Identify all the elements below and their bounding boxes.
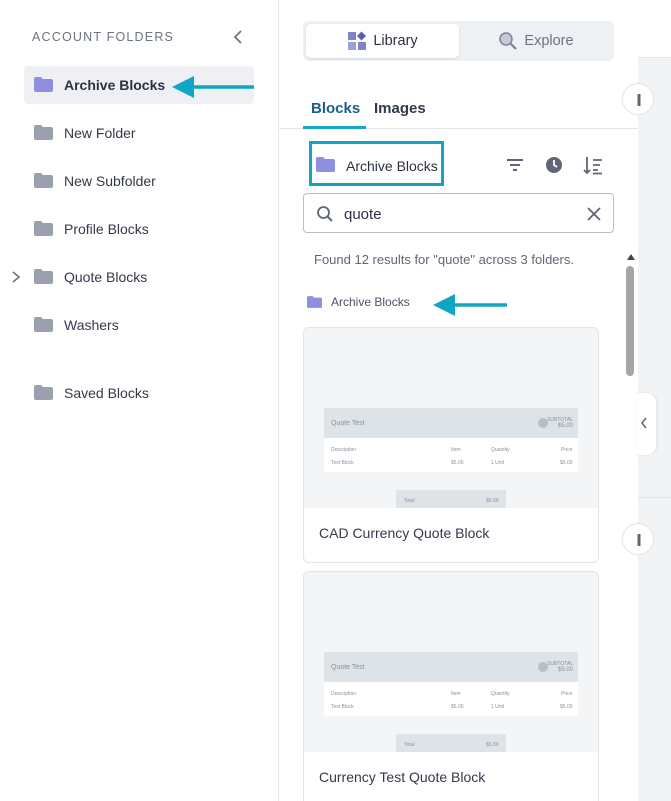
preview-total: $5.00 — [486, 498, 499, 504]
quote-preview: Quote Test SUBTOTAL $5.00 Description Ite… — [324, 408, 578, 508]
preview-cell: $5.00 — [560, 460, 573, 466]
sidebar-item-washers[interactable]: Washers — [24, 306, 254, 344]
preview-cell: $5.00 — [451, 460, 464, 466]
block-card[interactable]: Quote Test SUBTOTAL $5.00 Description Ite… — [303, 571, 599, 801]
panel-collapse-tab[interactable] — [636, 393, 656, 455]
result-group-header: Archive Blocks — [307, 295, 410, 309]
sidebar-collapse-icon[interactable] — [231, 28, 245, 46]
canvas-toolbar — [638, 0, 671, 58]
block-preview: Quote Test SUBTOTAL $5.00 Description Ite… — [304, 328, 598, 508]
folder-icon — [316, 157, 335, 177]
sidebar-item-label: Archive Blocks — [64, 77, 166, 93]
quote-preview: Quote Test SUBTOTAL $5.00 Description Ite… — [324, 652, 578, 752]
preview-cell: $5.00 — [560, 704, 573, 710]
library-explore-toggle: Library Explore — [303, 21, 614, 61]
canvas-divider — [638, 497, 671, 498]
current-folder-label: Archive Blocks — [346, 158, 438, 174]
sidebar-heading: ACCOUNT FOLDERS — [32, 30, 175, 44]
annotation-arrow-icon — [172, 76, 254, 98]
sort-icon[interactable] — [582, 154, 604, 176]
info-button[interactable] — [622, 83, 654, 115]
annotation-arrow-icon — [433, 294, 507, 316]
scroll-up-arrow-icon[interactable] — [627, 254, 635, 260]
preview-cell: Test Block — [331, 460, 354, 466]
sidebar-item-saved-blocks[interactable]: Saved Blocks — [24, 374, 254, 412]
preview-col: Price — [561, 447, 573, 453]
library-label: Library — [373, 33, 418, 49]
preview-total-label: Total — [404, 498, 415, 504]
sidebar-item-label: Quote Blocks — [64, 269, 148, 285]
preview-cell: 1 Unit — [491, 704, 505, 710]
block-preview: Quote Test SUBTOTAL $5.00 Description Ite… — [304, 572, 598, 752]
search-icon — [316, 205, 334, 228]
folder-icon — [34, 269, 53, 289]
scrollbar-thumb[interactable] — [626, 266, 634, 376]
folder-icon — [34, 317, 53, 337]
tab-blocks[interactable]: Blocks — [311, 100, 360, 117]
info-button[interactable] — [622, 523, 654, 555]
preview-total-label: Total — [404, 742, 415, 748]
sidebar-item-label: New Folder — [64, 125, 136, 141]
app-root: ACCOUNT FOLDERS Archive Blocks New Folde… — [0, 0, 671, 801]
sidebar-item-label: Profile Blocks — [64, 221, 149, 237]
preview-col: Price — [561, 691, 573, 697]
folder-icon — [34, 385, 53, 405]
chevron-left-icon — [641, 417, 647, 429]
preview-subtotal: SUBTOTAL $5.00 — [547, 417, 573, 429]
current-folder-selector[interactable]: Archive Blocks — [309, 141, 444, 186]
info-icon — [637, 534, 641, 546]
library-button[interactable]: Library — [306, 24, 459, 58]
folder-icon — [34, 125, 53, 145]
active-tab-indicator — [303, 126, 366, 129]
folder-icon — [307, 296, 322, 308]
preview-cell: Test Block — [331, 704, 354, 710]
block-card-title: CAD Currency Quote Block — [319, 525, 490, 541]
folder-sidebar: ACCOUNT FOLDERS Archive Blocks New Folde… — [0, 0, 279, 801]
explore-search-icon — [499, 32, 518, 50]
search-input[interactable] — [344, 203, 574, 225]
explore-button[interactable]: Explore — [461, 24, 611, 58]
preview-col: Item — [451, 447, 461, 453]
sidebar-item-new-folder[interactable]: New Folder — [24, 114, 254, 152]
preview-heading: Quote Test — [331, 420, 365, 427]
folder-icon — [34, 173, 53, 193]
preview-cell: 1 Unit — [491, 460, 505, 466]
explore-label: Explore — [524, 33, 574, 49]
preview-heading: Quote Test — [331, 664, 365, 671]
search-box — [303, 193, 614, 233]
expand-chevron-icon[interactable] — [10, 270, 22, 284]
preview-cell: $5.00 — [451, 704, 464, 710]
sidebar-item-profile-blocks[interactable]: Profile Blocks — [24, 210, 254, 248]
sidebar-item-quote-blocks[interactable]: Quote Blocks — [24, 258, 254, 296]
sidebar-item-label: Washers — [64, 317, 119, 333]
blocks-icon — [348, 31, 367, 50]
library-panel: Library Explore Blocks Images Archive Bl… — [279, 0, 638, 801]
preview-col: Quantity — [491, 447, 510, 453]
preview-col: Quantity — [491, 691, 510, 697]
info-icon — [637, 94, 641, 106]
clear-search-icon[interactable] — [585, 205, 603, 228]
results-summary: Found 12 results for "quote" across 3 fo… — [314, 252, 574, 267]
folder-icon — [34, 77, 53, 97]
sidebar-item-new-subfolder[interactable]: New Subfolder — [24, 162, 254, 200]
tab-images[interactable]: Images — [374, 100, 426, 117]
filter-icon[interactable] — [504, 154, 526, 176]
sidebar-item-label: Saved Blocks — [64, 385, 149, 401]
result-group-label: Archive Blocks — [331, 295, 410, 309]
preview-total: $5.00 — [486, 742, 499, 748]
preview-col: Description — [331, 691, 357, 697]
recent-clock-icon[interactable] — [543, 154, 565, 176]
block-card[interactable]: Quote Test SUBTOTAL $5.00 Description Ite… — [303, 327, 599, 563]
sidebar-item-label: New Subfolder — [64, 173, 156, 189]
folder-icon — [34, 221, 53, 241]
block-card-title: Currency Test Quote Block — [319, 769, 486, 785]
preview-subtotal: SUBTOTAL $5.00 — [547, 661, 573, 673]
preview-col: Item — [451, 691, 461, 697]
preview-col: Description — [331, 447, 357, 453]
